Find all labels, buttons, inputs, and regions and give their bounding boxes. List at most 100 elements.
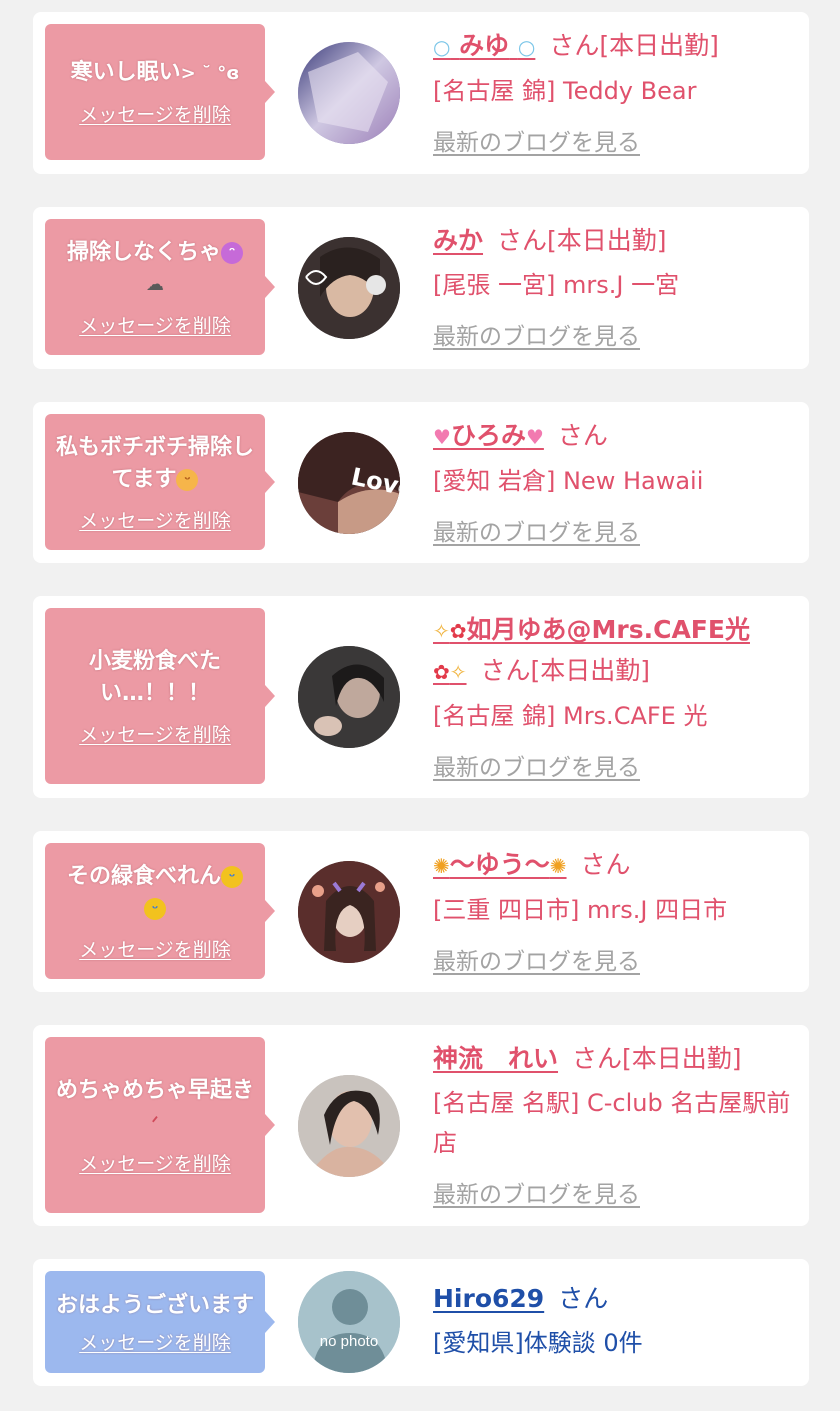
message-text: 私もボチボチ掃除してます ᵕ <box>55 434 254 492</box>
profile-name-link[interactable]: ○ みゆ ○ <box>433 31 535 60</box>
tired-face-icon: ᐟ <box>151 1112 159 1132</box>
profile-info: Hiro629 さん [愛知県]体験談 0件 <box>433 1279 793 1363</box>
message-card: 私もボチボチ掃除してます ᵕ メッセージを削除 Love ♥ひろみ♥ さん [愛知 … <box>33 402 809 563</box>
san-label: さん <box>557 421 608 450</box>
delete-message-link[interactable]: メッセージを削除 <box>79 506 231 533</box>
profile-name-link[interactable]: みか <box>433 226 483 255</box>
sparkles-icon: ✧ <box>449 660 467 684</box>
latest-blog-link[interactable]: 最新のブログを見る <box>433 319 640 355</box>
pink-heart-icon: ♥ <box>525 425 544 449</box>
name-line: Hiro629 さん <box>433 1279 793 1319</box>
delete-message-link[interactable]: メッセージを削除 <box>79 720 231 747</box>
delete-message-link[interactable]: メッセージを削除 <box>79 100 231 127</box>
latest-blog-link[interactable]: 最新のブログを見る <box>433 515 640 551</box>
latest-blog-link[interactable]: 最新のブログを見る <box>433 125 640 161</box>
name-line: ✺〜ゆう〜✺ さん <box>433 845 793 886</box>
message-card: 掃除しなくちゃ ᵔ ☁ メッセージを削除 みか さん[本日出勤] [尾張 一宮] mr… <box>33 207 809 369</box>
avatar-photo-icon <box>298 861 400 963</box>
avatar-photo-icon <box>298 42 400 144</box>
sunflower-icon: ✺ <box>549 854 567 878</box>
profile-name-link[interactable]: 神流 れい <box>433 1044 558 1073</box>
avatar-photo-icon <box>298 1075 400 1177</box>
hibiscus-icon: ✿ <box>433 660 450 684</box>
profile-info: 神流 れい さん[本日出勤] [名古屋 名駅] C-club 名古屋駅前店 最新の… <box>433 1039 793 1213</box>
san-label: さん <box>497 226 548 255</box>
message-bubble: 掃除しなくちゃ ᵔ ☁ メッセージを削除 <box>45 219 275 355</box>
message-bubble: その緑食べれん ᵕ ᵕ メッセージを削除 <box>45 843 275 979</box>
bubbles-icon: ○ <box>433 35 451 59</box>
avatar[interactable]: Love <box>298 432 400 534</box>
status-label: [本日出勤] <box>622 1044 742 1073</box>
no-photo-label: no photo <box>319 1333 379 1350</box>
message-text: おはようございます <box>55 1292 254 1318</box>
ear-icon: ☁ <box>145 273 164 295</box>
delete-message-link[interactable]: メッセージを削除 <box>79 935 231 962</box>
shop-label: [名古屋 名駅] C-club 名古屋駅前店 <box>433 1089 791 1157</box>
avatar-photo-icon <box>298 237 400 339</box>
message-card: めちゃめちゃ早起きᐟ メッセージを削除 神流 れい さん[本日出勤] [名古屋 名… <box>33 1025 809 1226</box>
experience-count-label: [愛知県]体験談 0件 <box>433 1329 643 1357</box>
profile-name-link[interactable]: Hiro629 <box>433 1284 544 1313</box>
profile-name-link[interactable]: ✺〜ゆう〜✺ <box>433 850 567 879</box>
message-card: 小麦粉食べたい…！！！ メッセージを削除 ✧✿如月ゆあ@Mrs.CAFE光 ✿✧ さ… <box>33 596 809 798</box>
latest-blog-link[interactable]: 最新のブログを見る <box>433 944 640 980</box>
message-text: めちゃめちゃ早起きᐟ <box>55 1077 254 1132</box>
profile-info: ✺〜ゆう〜✺ さん [三重 四日市] mrs.J 四日市 最新のブログを見る <box>433 845 793 980</box>
name-line: ♥ひろみ♥ さん <box>433 416 793 457</box>
status-label: [本日出勤] <box>599 31 719 60</box>
name-line: 神流 れい さん[本日出勤] <box>433 1039 793 1079</box>
san-label: さん <box>480 656 531 685</box>
message-text: 掃除しなくちゃ ᵔ ☁ <box>67 237 243 301</box>
san-label: さん <box>549 31 600 60</box>
message-text: 寒いし眠い> ˘ °ɞ <box>70 60 240 85</box>
message-card: 寒いし眠い> ˘ °ɞ メッセージを削除 ○ みゆ ○ さん[本日出勤] [名古… <box>33 12 809 174</box>
avatar[interactable] <box>298 1075 400 1177</box>
message-card: その緑食べれん ᵕ ᵕ メッセージを削除 ✺〜ゆう〜✺ さん [三重 四日市] mrs… <box>33 831 809 992</box>
name-line: ✧✿如月ゆあ@Mrs.CAFE光 ✿✧ さん[本日出勤] <box>433 610 793 692</box>
san-label: さん <box>558 1284 609 1313</box>
san-label: さん <box>572 1044 623 1073</box>
name-line: みか さん[本日出勤] <box>433 221 793 261</box>
profile-info: みか さん[本日出勤] [尾張 一宮] mrs.J 一宮 最新のブログを見る <box>433 221 793 355</box>
pink-heart-icon: ♥ <box>433 425 451 449</box>
delete-message-link[interactable]: メッセージを削除 <box>79 1149 231 1176</box>
avatar-photo-icon: Love <box>298 432 400 534</box>
shop-label: [三重 四日市] mrs.J 四日市 <box>433 896 728 924</box>
message-card: おはようございます メッセージを削除 no photo Hiro629 さん [愛… <box>33 1259 809 1386</box>
name-line: ○ みゆ ○ さん[本日出勤] <box>433 26 793 67</box>
delete-message-link[interactable]: メッセージを削除 <box>79 1328 231 1355</box>
message-bubble: おはようございます メッセージを削除 <box>45 1271 275 1373</box>
shop-label: [尾張 一宮] mrs.J 一宮 <box>433 271 680 299</box>
avatar[interactable] <box>298 237 400 339</box>
delete-message-link[interactable]: メッセージを削除 <box>79 311 231 338</box>
message-list: 寒いし眠い> ˘ °ɞ メッセージを削除 ○ みゆ ○ さん[本日出勤] [名古… <box>0 0 840 1411</box>
hibiscus-icon: ✿ <box>449 619 467 643</box>
status-label: [本日出勤] <box>547 226 667 255</box>
profile-info: ✧✿如月ゆあ@Mrs.CAFE光 ✿✧ さん[本日出勤] [名古屋 錦] Mrs.C… <box>433 610 793 786</box>
message-bubble: めちゃめちゃ早起きᐟ メッセージを削除 <box>45 1037 275 1213</box>
avatar[interactable] <box>298 646 400 748</box>
latest-blog-link[interactable]: 最新のブログを見る <box>433 750 640 786</box>
avatar[interactable] <box>298 42 400 144</box>
san-label: さん <box>580 850 631 879</box>
sparkles-icon: ✧ <box>433 619 450 643</box>
message-text: 小麦粉食べたい…！！！ <box>88 648 221 706</box>
latest-blog-link[interactable]: 最新のブログを見る <box>433 1177 640 1213</box>
message-text: その緑食べれん ᵕ ᵕ <box>67 861 243 925</box>
avatar[interactable] <box>298 861 400 963</box>
rolling-laughing-icon: ᵕ <box>221 865 243 888</box>
bubbles-icon: ○ <box>517 35 536 59</box>
profile-info: ○ みゆ ○ さん[本日出勤] [名古屋 錦] Teddy Bear 最新のブログ… <box>433 26 793 161</box>
rolling-laughing-icon: ᵕ <box>143 897 166 920</box>
no-photo-icon <box>298 1271 400 1373</box>
message-bubble: 小麦粉食べたい…！！！ メッセージを削除 <box>45 608 275 784</box>
shop-label: [名古屋 錦] Mrs.CAFE 光 <box>433 702 708 730</box>
message-bubble: 私もボチボチ掃除してます ᵕ メッセージを削除 <box>45 414 275 550</box>
shop-label: [名古屋 錦] Teddy Bear <box>433 77 697 105</box>
face-with-tongue-icon: ᵔ <box>221 241 243 264</box>
status-label: [本日出勤] <box>530 656 651 685</box>
profile-name-link[interactable]: ♥ひろみ♥ <box>433 421 544 450</box>
avatar[interactable]: no photo <box>298 1271 400 1373</box>
message-bubble: 寒いし眠い> ˘ °ɞ メッセージを削除 <box>45 24 275 160</box>
shop-label: [愛知 岩倉] New Hawaii <box>433 467 704 495</box>
